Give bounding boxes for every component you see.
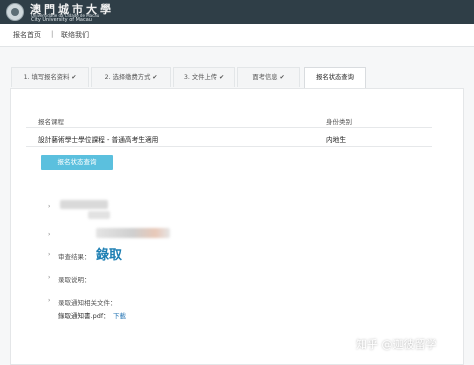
check-icon: ✔ bbox=[71, 74, 77, 81]
tab-step-2-label: 2. 选择缴费方式 bbox=[104, 74, 151, 81]
content-panel bbox=[10, 88, 464, 365]
admission-files-label: 录取通知相关文件： bbox=[58, 299, 117, 307]
review-result-label: 审查结果： bbox=[58, 253, 91, 261]
tab-step-2[interactable]: 2. 选择缴费方式 ✔ bbox=[91, 67, 171, 87]
nav-contact-link[interactable]: 联络我们 bbox=[61, 30, 89, 40]
bullet-icon: › bbox=[48, 274, 51, 281]
step-tabs: 1. 填写报名资料 ✔ 2. 选择缴费方式 ✔ 3. 文件上传 ✔ 面考信息 ✔ 报名状… bbox=[0, 58, 474, 88]
university-seal-icon bbox=[6, 3, 24, 21]
tab-status-query-label: 报名状态查询 bbox=[316, 74, 354, 81]
divider bbox=[26, 146, 432, 147]
bullet-icon: › bbox=[48, 203, 51, 210]
bullet-icon: › bbox=[48, 231, 51, 238]
bullet-icon: › bbox=[48, 297, 51, 304]
check-icon: ✔ bbox=[279, 74, 285, 81]
check-icon: ✔ bbox=[152, 74, 158, 81]
nav-bar: 报名首页 | 联络我们 bbox=[0, 24, 474, 47]
tab-step-4-label: 面考信息 bbox=[252, 74, 278, 81]
nav-home-link[interactable]: 报名首页 bbox=[13, 30, 41, 40]
tab-status-query[interactable]: 报名状态查询 bbox=[304, 67, 366, 88]
nav-separator: | bbox=[51, 30, 54, 38]
admission-file-name: 錄取通知書.pdf： bbox=[58, 312, 110, 320]
status-query-button-label: 报名状态查询 bbox=[57, 158, 97, 166]
course-value: 設計藝術學士學位課程 - 普通高考生適用 bbox=[38, 136, 159, 144]
redacted-info bbox=[88, 211, 110, 219]
top-header-bar: 澳門城市大學 Universidade da Cidade de Macau C… bbox=[0, 0, 474, 24]
bullet-icon: › bbox=[48, 251, 51, 258]
tab-step-3[interactable]: 3. 文件上传 ✔ bbox=[173, 67, 235, 87]
download-link[interactable]: 下載 bbox=[113, 310, 126, 320]
tab-step-4[interactable]: 面考信息 ✔ bbox=[237, 67, 300, 87]
review-result-value: 錄取 bbox=[96, 248, 123, 263]
watermark: 知乎 @迦彼留学 bbox=[356, 338, 437, 351]
redacted-name bbox=[60, 200, 108, 209]
status-query-button[interactable]: 报名状态查询 bbox=[41, 155, 113, 170]
divider bbox=[26, 127, 432, 128]
admission-note-label: 录取说明： bbox=[58, 276, 91, 284]
tab-step-3-label: 3. 文件上传 bbox=[183, 74, 218, 81]
check-icon: ✔ bbox=[219, 74, 225, 81]
redacted-id-number bbox=[96, 228, 170, 238]
course-label: 报名课程 bbox=[38, 118, 64, 126]
tab-step-1[interactable]: 1. 填写报名资料 ✔ bbox=[11, 67, 89, 87]
logo-english-name: City University of Macau bbox=[31, 17, 92, 23]
tab-step-1-label: 1. 填写报名资料 bbox=[23, 74, 70, 81]
identity-label: 身份类别 bbox=[326, 118, 352, 126]
identity-value: 内地生 bbox=[326, 136, 347, 144]
